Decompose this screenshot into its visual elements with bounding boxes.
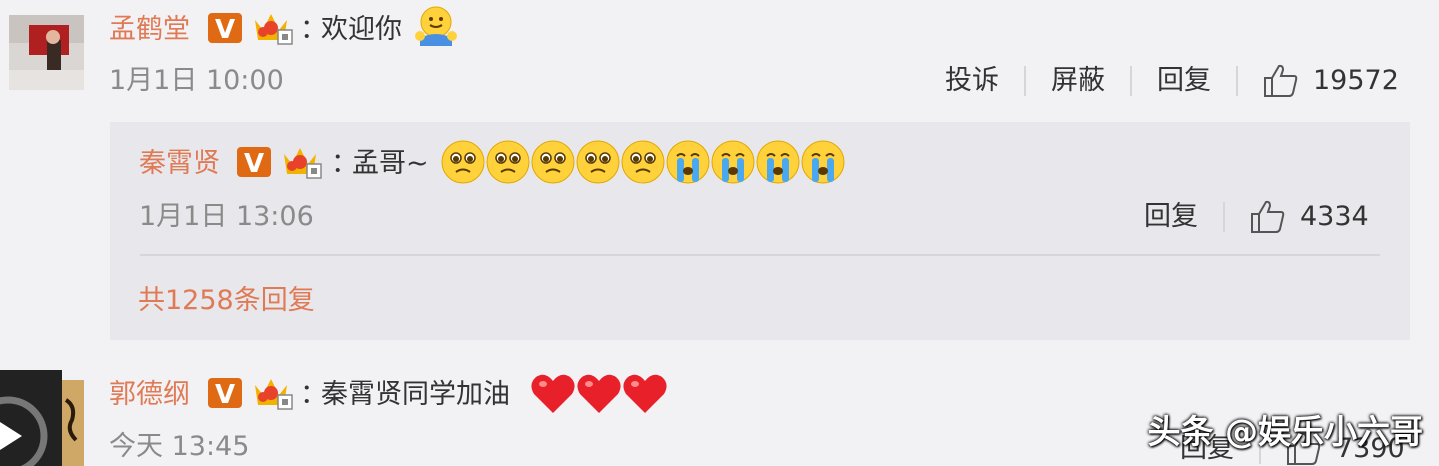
reply-thread: 秦霄贤 V ： 孟哥~ 1月1日 13:06 回复 4334 共1258条回复: [110, 122, 1410, 340]
hug-emoji-icon: [415, 6, 457, 46]
reply-button[interactable]: 回复: [1144, 200, 1198, 234]
emoji-row: [530, 372, 668, 416]
divider: [1130, 66, 1132, 96]
verified-v-icon: V: [208, 13, 242, 44]
reply-actions: 回复 4334: [1144, 200, 1369, 234]
like-button[interactable]: 4334: [1250, 200, 1369, 234]
watermark: 头条 @娱乐小六哥: [1147, 412, 1424, 451]
heart-emoji-icon: [623, 374, 667, 413]
reply-timestamp: 1月1日 13:06: [139, 201, 314, 232]
emoji-row: [414, 4, 458, 48]
comment-text: 秦霄贤同学加油: [321, 379, 510, 410]
svg-text:V: V: [244, 149, 264, 178]
timestamp: 今天 13:45: [109, 431, 250, 462]
heart-emoji-icon: [577, 374, 621, 413]
video-thumbnail[interactable]: [0, 370, 62, 466]
more-replies-link[interactable]: 共1258条回复: [138, 284, 315, 318]
like-count: 19572: [1313, 65, 1399, 96]
report-button[interactable]: 投诉: [945, 64, 999, 98]
heart-emoji-icon: [531, 374, 575, 413]
block-button[interactable]: 屏蔽: [1051, 64, 1105, 98]
avatar[interactable]: [62, 380, 84, 466]
user-name[interactable]: 孟鹤堂: [109, 13, 190, 47]
pleading-emoji-icon: [576, 140, 620, 184]
emoji-row: [441, 138, 846, 186]
pleading-emoji-icon: [441, 140, 485, 184]
divider: [1223, 202, 1225, 232]
reply-button[interactable]: 回复: [1157, 64, 1211, 98]
crown-badge-icon: [284, 148, 322, 179]
crying-emoji-icon: [711, 140, 755, 184]
crown-badge-icon: [255, 379, 293, 410]
divider: [1236, 66, 1238, 96]
verified-v-icon: V: [237, 147, 271, 178]
crying-emoji-icon: [801, 140, 845, 184]
timestamp: 1月1日 10:00: [109, 65, 284, 96]
verified-v-icon: V: [208, 378, 242, 409]
avatar[interactable]: [9, 15, 84, 90]
reply-user-name[interactable]: 秦霄贤: [139, 147, 220, 181]
thumbs-up-icon: [1251, 200, 1285, 233]
comment-actions: 投诉 屏蔽 回复 19572: [945, 64, 1399, 98]
like-button[interactable]: 19572: [1263, 64, 1399, 98]
crown-badge-icon: [255, 14, 293, 45]
svg-text:V: V: [215, 380, 235, 409]
svg-text:V: V: [215, 15, 235, 44]
pleading-emoji-icon: [531, 140, 575, 184]
comment-text: 欢迎你: [321, 14, 402, 45]
crying-emoji-icon: [756, 140, 800, 184]
like-count: 4334: [1300, 201, 1369, 232]
reply-text: 孟哥~: [352, 148, 429, 179]
user-name[interactable]: 郭德纲: [109, 378, 190, 412]
pleading-emoji-icon: [486, 140, 530, 184]
crying-emoji-icon: [666, 140, 710, 184]
divider: [140, 254, 1380, 256]
comment-feed: 孟鹤堂 V ： 欢迎你 1月1日 10:00 投诉 屏蔽 回复 19572 秦霄…: [0, 0, 1439, 466]
thumbs-up-icon: [1264, 64, 1298, 97]
pleading-emoji-icon: [621, 140, 665, 184]
divider: [1024, 66, 1026, 96]
